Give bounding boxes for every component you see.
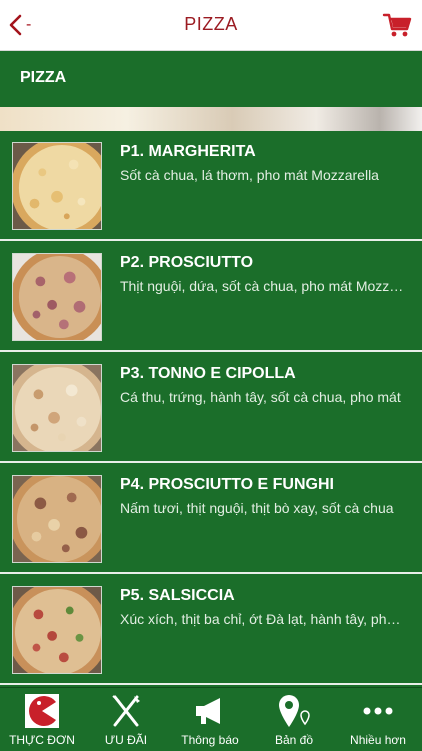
list-item[interactable]: P4. PROSCIUTTO E FUNGHI Nấm tươi, thịt n… xyxy=(0,464,422,574)
pizza-thumbnail xyxy=(12,364,102,452)
item-description: Cá thu, trứng, hành tây, sốt cà chua, ph… xyxy=(120,389,401,405)
tab-label: ƯU ĐÃI xyxy=(104,733,148,747)
item-description: Xúc xích, thịt ba chỉ, ớt Đà lạt, hành t… xyxy=(120,611,405,627)
map-pin-icon xyxy=(279,695,310,727)
item-description: Thịt nguội, dứa, sốt cà chua, pho mát Mo… xyxy=(120,278,405,294)
tab-map[interactable]: Bản đồ xyxy=(252,688,336,751)
item-title: P4. PROSCIUTTO E FUNGHI xyxy=(120,476,334,493)
tab-notifications[interactable]: Thông báo xyxy=(168,688,252,751)
item-title: P5. SALSICCIA xyxy=(120,587,235,604)
tab-more[interactable]: Nhiều hơn xyxy=(336,688,420,751)
item-description: Sốt cà chua, lá thơm, pho mát Mozzarella xyxy=(120,167,379,183)
item-title: P3. TONNO E CIPOLLA xyxy=(120,365,296,382)
item-title: P2. PROSCIUTTO xyxy=(120,254,254,271)
tab-bar: THỰC ĐƠN ƯU ĐÃI Thông báo Bản đồ Nhiều h… xyxy=(0,687,422,751)
item-title: P1. MARGHERITA xyxy=(120,143,256,160)
fork-knife-icon xyxy=(112,695,140,727)
pizza-thumbnail xyxy=(12,586,102,674)
pizza-thumbnail xyxy=(12,142,102,230)
navigation-bar: - PIZZA xyxy=(0,0,422,51)
section-title: PIZZA xyxy=(20,69,67,86)
page-title: PIZZA xyxy=(184,14,238,34)
product-list[interactable]: P1. MARGHERITA Sốt cà chua, lá thơm, pho… xyxy=(0,131,422,687)
tab-label: Bản đồ xyxy=(274,733,314,747)
cart-icon[interactable] xyxy=(382,10,412,40)
megaphone-icon xyxy=(196,698,220,724)
tab-label: Thông báo xyxy=(181,733,239,747)
section-header: PIZZA xyxy=(0,51,422,107)
more-dots-icon xyxy=(363,707,393,715)
tab-offers[interactable]: ƯU ĐÃI xyxy=(84,688,168,751)
banner-image xyxy=(0,107,422,131)
list-item[interactable]: P1. MARGHERITA Sốt cà chua, lá thơm, pho… xyxy=(0,131,422,241)
pizza-thumbnail xyxy=(12,253,102,341)
list-item[interactable]: P5. SALSICCIA Xúc xích, thịt ba chỉ, ớt … xyxy=(0,575,422,685)
item-description: Nấm tươi, thịt nguội, thịt bò xay, sốt c… xyxy=(120,500,394,516)
pizza-thumbnail xyxy=(12,475,102,563)
list-item[interactable]: P2. PROSCIUTTO Thịt nguội, dứa, sốt cà c… xyxy=(0,242,422,352)
menu-pacman-icon xyxy=(25,694,59,728)
tab-menu[interactable]: THỰC ĐƠN xyxy=(0,688,84,751)
list-item[interactable]: P3. TONNO E CIPOLLA Cá thu, trứng, hành … xyxy=(0,353,422,463)
tab-label: Nhiều hơn xyxy=(350,733,406,747)
tab-label: THỰC ĐƠN xyxy=(9,733,75,747)
